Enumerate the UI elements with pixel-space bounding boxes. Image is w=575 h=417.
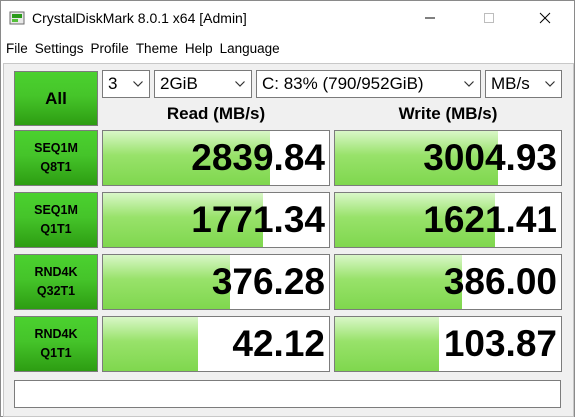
read-result-value: 376.28 <box>211 261 325 302</box>
close-button[interactable] <box>519 1 571 35</box>
menu-theme[interactable]: Theme <box>136 41 178 56</box>
chevron-down-icon <box>464 81 474 87</box>
test-name-line2: Q8T1 <box>40 160 72 174</box>
menu-file[interactable]: File <box>6 41 28 56</box>
window-title: CrystalDiskMark 8.0.1 x64 [Admin] <box>32 10 247 26</box>
benchmark-panel: All 3 2GiB C: 83% (790/952GiB) MB/s Read… <box>3 63 574 417</box>
chevron-down-icon <box>235 81 245 87</box>
menu-settings[interactable]: Settings <box>35 41 84 56</box>
write-result-cell: 3004.93 <box>334 130 562 186</box>
write-column-header: Write (MB/s) <box>398 104 498 123</box>
read-result-value: 1771.34 <box>191 199 325 240</box>
read-result-bar <box>103 317 198 371</box>
test-count-select[interactable]: 3 <box>102 70 150 98</box>
chevron-down-icon <box>545 81 555 87</box>
run-all-button[interactable]: All <box>14 71 98 126</box>
read-result-value: 42.12 <box>232 323 325 364</box>
drive-select[interactable]: C: 83% (790/952GiB) <box>256 70 481 98</box>
test-count-value: 3 <box>108 74 118 93</box>
read-result-cell: 2839.84 <box>102 130 330 186</box>
write-result-value: 3004.93 <box>423 137 557 178</box>
test-name-line1: RND4K <box>34 265 78 279</box>
test-name-line1: SEQ1M <box>34 141 78 155</box>
read-result-bar <box>103 255 230 309</box>
unit-select[interactable]: MB/s <box>485 70 562 98</box>
title-bar[interactable]: CrystalDiskMark 8.0.1 x64 [Admin] <box>1 1 574 35</box>
menu-bar: File Settings Profile Theme Help Languag… <box>1 37 575 59</box>
write-result-value: 1621.41 <box>423 199 557 240</box>
read-column-header: Read (MB/s) <box>166 104 266 123</box>
drive-value: C: 83% (790/952GiB) <box>262 74 424 93</box>
test-name-line1: RND4K <box>34 327 78 341</box>
maximize-button[interactable] <box>463 1 515 35</box>
minimize-button[interactable] <box>404 1 456 35</box>
menu-profile[interactable]: Profile <box>91 41 129 56</box>
write-result-cell: 386.00 <box>334 254 562 310</box>
test-size-value: 2GiB <box>160 74 198 93</box>
test-name-line2: Q1T1 <box>40 222 72 236</box>
write-result-bar <box>335 317 439 371</box>
write-result-value: 103.87 <box>443 323 557 364</box>
test-seq1m-q1t1-button[interactable]: SEQ1M Q1T1 <box>14 192 98 248</box>
read-result-cell: 376.28 <box>102 254 330 310</box>
unit-value: MB/s <box>491 74 530 93</box>
crystaldiskmark-app-icon <box>9 10 25 26</box>
minimize-icon <box>425 17 435 19</box>
write-result-bar <box>335 255 462 309</box>
test-rnd4k-q1t1-button[interactable]: RND4K Q1T1 <box>14 316 98 372</box>
test-name-line2: Q1T1 <box>40 346 72 360</box>
menu-language[interactable]: Language <box>220 41 280 56</box>
test-name-line1: SEQ1M <box>34 203 78 217</box>
write-result-cell: 103.87 <box>334 316 562 372</box>
test-name-line2: Q32T1 <box>36 284 76 298</box>
test-rnd4k-q32t1-button[interactable]: RND4K Q32T1 <box>14 254 98 310</box>
read-result-value: 2839.84 <box>191 137 325 178</box>
test-size-select[interactable]: 2GiB <box>154 70 252 98</box>
test-seq1m-q8t1-button[interactable]: SEQ1M Q8T1 <box>14 130 98 186</box>
read-result-cell: 1771.34 <box>102 192 330 248</box>
read-result-cell: 42.12 <box>102 316 330 372</box>
maximize-icon <box>484 13 494 23</box>
menu-help[interactable]: Help <box>185 41 213 56</box>
chevron-down-icon <box>133 81 143 87</box>
close-icon <box>539 12 551 24</box>
write-result-cell: 1621.41 <box>334 192 562 248</box>
write-result-value: 386.00 <box>443 261 557 302</box>
comment-field[interactable] <box>14 380 561 408</box>
app-window: CrystalDiskMark 8.0.1 x64 [Admin] File S… <box>0 0 575 417</box>
